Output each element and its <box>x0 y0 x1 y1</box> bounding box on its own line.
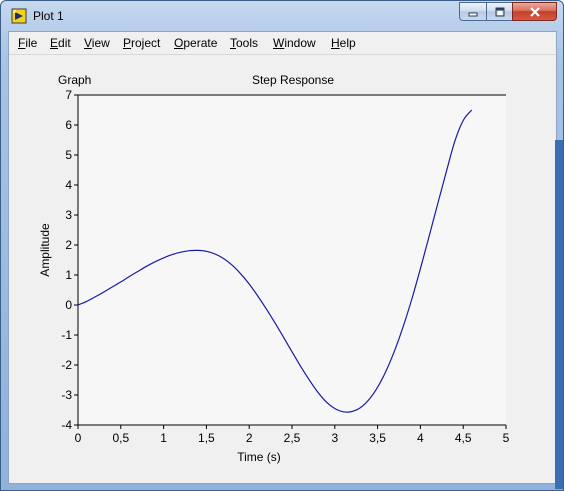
y-tick-label: 2 <box>65 238 72 252</box>
x-tick-label: 5 <box>503 431 510 445</box>
y-tick-label: 0 <box>65 298 72 312</box>
menu-view[interactable]: View <box>84 36 110 50</box>
x-tick-label: 0 <box>75 431 82 445</box>
x-tick-label: 0,5 <box>112 431 129 445</box>
menu-project-mnemonic: P <box>123 36 132 50</box>
desktop-edge <box>555 140 563 489</box>
menu-edit-mnemonic: E <box>50 36 59 50</box>
labview-app-icon <box>11 8 27 24</box>
menu-operate-mnemonic: O <box>174 36 184 50</box>
y-axis-ticks: -4 -3 -2 -1 0 1 2 3 4 5 6 7 <box>61 88 78 432</box>
menu-window-mnemonic: W <box>273 36 285 50</box>
minimize-icon <box>468 12 478 16</box>
y-axis-label: Amplitude <box>38 223 52 277</box>
menu-file-rest: ile <box>25 36 38 50</box>
menu-help-mnemonic: H <box>331 36 340 50</box>
menu-operate-rest: perate <box>183 36 218 50</box>
x-axis-ticks: 0 0,5 1 1,5 2 2,5 3 3,5 4 4,5 5 <box>75 425 510 445</box>
menu-project[interactable]: Project <box>123 36 160 50</box>
close-button[interactable] <box>512 2 557 21</box>
menu-window-rest: indow <box>284 36 316 50</box>
menu-help[interactable]: Help <box>331 36 356 50</box>
menu-window[interactable]: Window <box>273 36 316 50</box>
x-tick-label: 2,5 <box>284 431 301 445</box>
y-tick-label: 3 <box>65 208 72 222</box>
plot-area[interactable] <box>78 95 506 425</box>
y-tick-label: -2 <box>61 358 72 372</box>
window-controls <box>459 2 557 21</box>
menu-file[interactable]: File <box>18 36 37 50</box>
y-tick-label: 7 <box>65 88 72 102</box>
x-tick-label: 4,5 <box>455 431 472 445</box>
y-tick-label: -3 <box>61 388 72 402</box>
y-tick-label: -1 <box>61 328 72 342</box>
menu-help-rest: elp <box>339 36 356 50</box>
menu-tools[interactable]: Tools <box>230 36 258 50</box>
waveform-graph[interactable]: Graph Step Response -4 -3 -2 -1 0 1 2 3 4 5 6 7 0 0,… <box>9 55 556 483</box>
menu-edit[interactable]: Edit <box>50 36 71 50</box>
front-panel: File Edit View Project Operate Tools Win… <box>8 31 557 484</box>
x-tick-label: 3,5 <box>369 431 386 445</box>
x-tick-label: 1 <box>160 431 167 445</box>
x-tick-label: 4 <box>417 431 424 445</box>
y-tick-label: 4 <box>65 178 72 192</box>
x-tick-label: 2 <box>246 431 253 445</box>
graph-label: Graph <box>58 73 91 87</box>
menu-view-rest: iew <box>91 36 110 50</box>
menu-bar: File Edit View Project Operate Tools Win… <box>9 32 556 55</box>
plot-window: Plot 1 File Edit View Project Operate To… <box>0 0 564 491</box>
chart-title: Step Response <box>252 73 334 87</box>
menu-project-rest: roject <box>131 36 161 50</box>
y-tick-label: 5 <box>65 148 72 162</box>
x-axis-label: Time (s) <box>237 450 281 464</box>
x-tick-label: 1,5 <box>198 431 215 445</box>
minimize-button[interactable] <box>459 2 486 21</box>
x-tick-label: 3 <box>331 431 338 445</box>
menu-edit-rest: dit <box>58 36 71 50</box>
y-tick-label: 1 <box>65 268 72 282</box>
menu-operate[interactable]: Operate <box>174 36 217 50</box>
title-bar[interactable]: Plot 1 <box>1 1 563 31</box>
maximize-icon <box>495 7 504 16</box>
menu-tools-rest: ools <box>236 36 259 50</box>
y-tick-label: -4 <box>61 418 72 432</box>
y-tick-label: 6 <box>65 118 72 132</box>
close-icon <box>529 6 540 17</box>
maximize-button[interactable] <box>486 2 512 21</box>
menu-view-mnemonic: V <box>84 36 92 50</box>
window-title: Plot 1 <box>33 9 64 23</box>
